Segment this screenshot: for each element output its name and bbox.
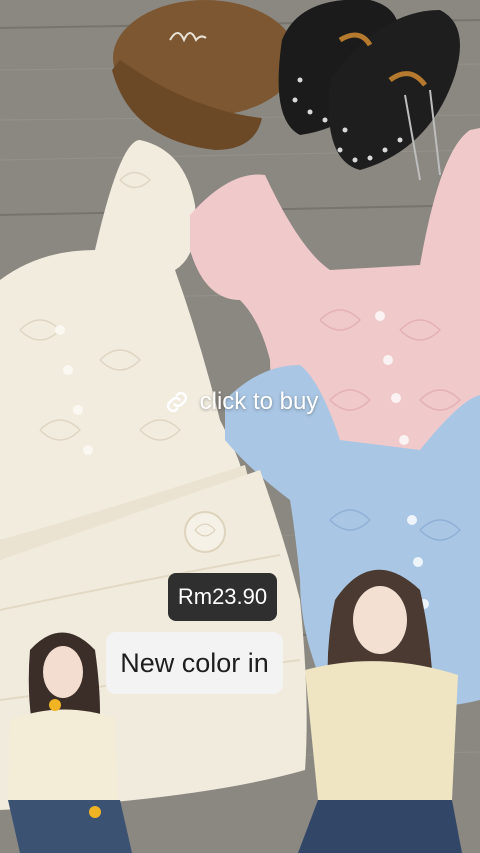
photo-background	[0, 0, 480, 853]
link-icon	[166, 391, 187, 413]
click-to-buy-label: click to buy	[199, 388, 319, 415]
caption-text: New color in	[120, 647, 269, 678]
price-text: Rm23.90	[177, 584, 268, 609]
price-sticker: Rm23.90	[168, 573, 277, 621]
caption-sticker: New color in	[106, 632, 283, 694]
click-to-buy-link[interactable]: click to buy	[140, 380, 340, 424]
product-photo: click to buy Rm23.90 New color in	[0, 0, 480, 853]
